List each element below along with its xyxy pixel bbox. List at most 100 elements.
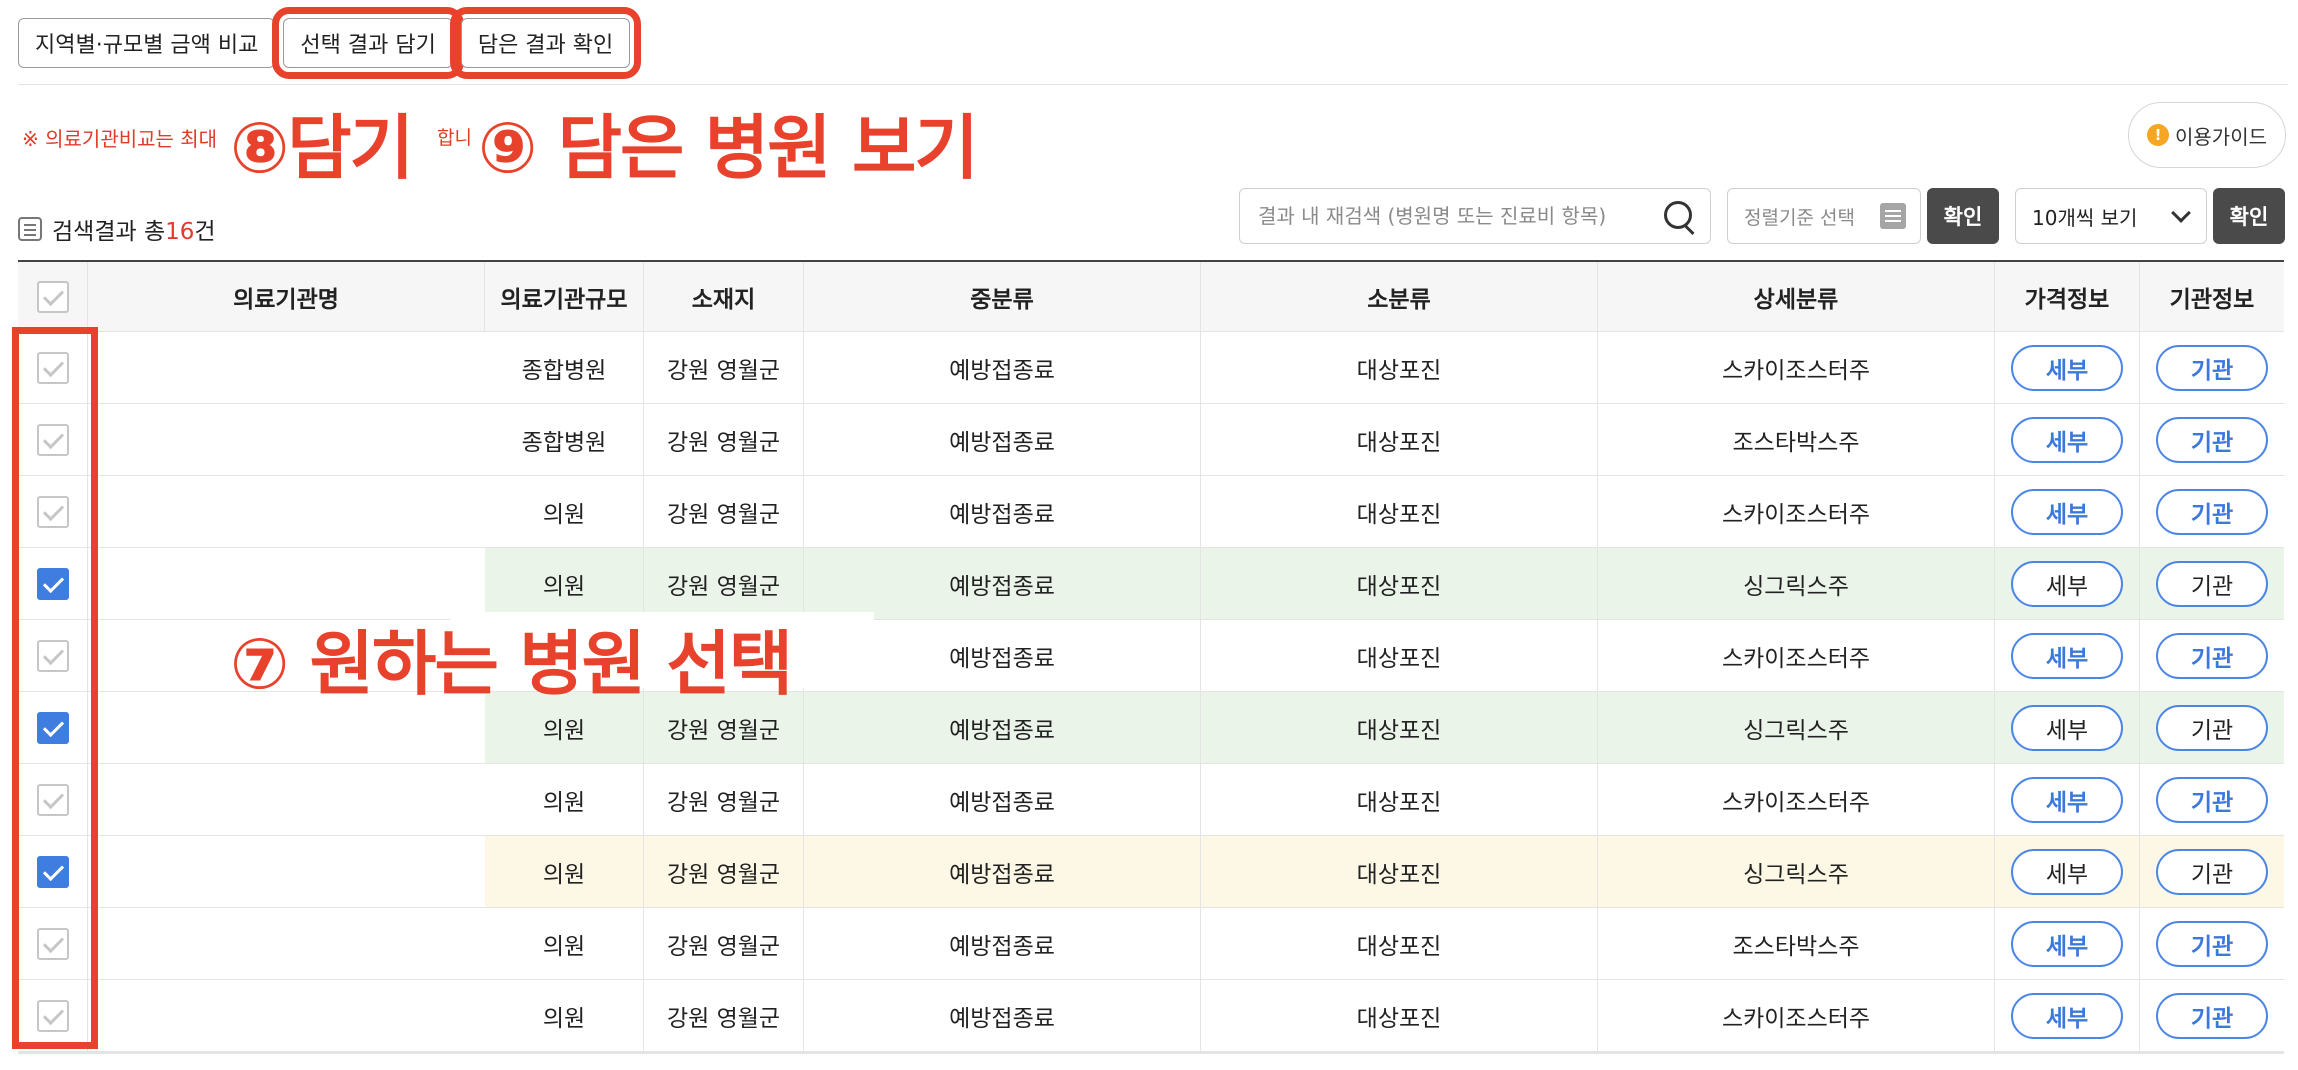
price-detail-button[interactable]: 세부 (2011, 488, 2123, 535)
cell-small-category: 대상포진 (1201, 836, 1598, 907)
cell-small-category: 대상포진 (1201, 620, 1598, 691)
result-suffix: 건 (194, 219, 216, 245)
table-row: 의원 강원 영월군 예방접종료 대상포진 싱그릭스주 세부 기관 (18, 836, 2284, 908)
cell-detail-category: 싱그릭스주 (1598, 692, 1995, 763)
sort-select[interactable]: 정렬기준 선택 (1727, 188, 1921, 244)
header-price-info: 가격정보 (1995, 262, 2140, 331)
header-org-info: 기관정보 (2169, 286, 2255, 313)
header-scale: 의료기관규모 (485, 262, 644, 331)
cell-mid-category: 예방접종료 (804, 764, 1201, 835)
org-info-button[interactable]: 기관 (2156, 344, 2268, 391)
cell-scale: 의원 (485, 836, 644, 907)
header-small-category: 소분류 (1201, 262, 1598, 331)
annotation-step9: ⑨ 담은 병원 보기 (478, 107, 979, 189)
result-prefix: 검색결과 총 (52, 219, 166, 245)
notice-tail-text: 합니 (437, 127, 472, 149)
cell-detail-category: 조스타박스주 (1598, 404, 1995, 475)
header-location: 소재지 (644, 262, 804, 331)
table-row: 의원 강원 영월군 예방접종료 대상포진 스카이조스터주 세부 기관 (18, 764, 2284, 836)
cell-detail-category: 스카이조스터주 (1598, 980, 1995, 1051)
org-info-button[interactable]: 기관 (2156, 560, 2268, 607)
select-all-checkbox[interactable] (36, 280, 69, 313)
table-row: 의원 강원 영월군 예방접종료 대상포진 스카이조스터주 세부 기관 (18, 980, 2284, 1052)
cell-name (88, 980, 485, 1051)
table-row: 의원 강원 영월군 예방접종료 대상포진 스카이조스터주 세부 기관 (18, 476, 2284, 548)
org-info-button[interactable]: 기관 (2156, 776, 2268, 823)
price-detail-button[interactable]: 세부 (2011, 344, 2123, 391)
org-info-button[interactable]: 기관 (2156, 416, 2268, 463)
cell-detail-category: 스카이조스터주 (1598, 620, 1995, 691)
guide-label: 이용가이드 (2175, 124, 2267, 149)
tab-add-selected[interactable]: 선택 결과 담기 (272, 7, 464, 79)
cell-mid-category: 예방접종료 (804, 332, 1201, 403)
perpage-confirm-button[interactable]: 확인 (2213, 188, 2285, 244)
cell-scale: 종합병원 (485, 332, 644, 403)
org-info-button[interactable]: 기관 (2156, 920, 2268, 967)
cell-detail-category: 스카이조스터주 (1598, 764, 1995, 835)
cell-scale: 종합병원 (485, 404, 644, 475)
price-detail-button[interactable]: 세부 (2011, 632, 2123, 679)
cell-detail-category: 싱그릭스주 (1598, 836, 1995, 907)
divider (18, 84, 2288, 85)
sort-confirm-button[interactable]: 확인 (1927, 188, 1999, 244)
cell-location: 강원 영월군 (644, 764, 804, 835)
cell-small-category: 대상포진 (1201, 692, 1598, 763)
org-info-button[interactable]: 기관 (2156, 704, 2268, 751)
tab-view-saved[interactable]: 담은 결과 확인 (449, 7, 642, 79)
info-icon: ! (2147, 124, 2169, 146)
price-detail-button[interactable]: 세부 (2011, 848, 2123, 895)
divider (18, 1052, 2284, 1054)
org-info-button[interactable]: 기관 (2156, 632, 2268, 679)
cell-location: 강원 영월군 (644, 476, 804, 547)
org-info-button[interactable]: 기관 (2156, 488, 2268, 535)
list-sort-icon (1880, 203, 1906, 229)
cell-location: 강원 영월군 (644, 980, 804, 1051)
table-row: 의원 강원 영월군 예방접종료 대상포진 조스타박스주 세부 기관 (18, 908, 2284, 980)
cell-scale: 의원 (485, 908, 644, 979)
cell-mid-category: 예방접종료 (804, 476, 1201, 547)
cell-scale: 의원 (485, 476, 644, 547)
cell-small-category: 대상포진 (1201, 548, 1598, 619)
annotation-step8: ⑧담기 (230, 107, 414, 189)
cell-mid-category: 예방접종료 (804, 692, 1201, 763)
org-info-button[interactable]: 기관 (2156, 992, 2268, 1039)
cell-small-category: 대상포진 (1201, 404, 1598, 475)
cell-small-category: 대상포진 (1201, 332, 1598, 403)
tab-region-scale-compare[interactable]: 지역별·규모별 금액 비교 (18, 18, 276, 68)
cell-detail-category: 싱그릭스주 (1598, 548, 1995, 619)
org-info-button[interactable]: 기관 (2156, 848, 2268, 895)
cell-mid-category: 예방접종료 (804, 404, 1201, 475)
price-detail-button[interactable]: 세부 (2011, 416, 2123, 463)
cell-detail-category: 조스타박스주 (1598, 908, 1995, 979)
price-detail-button[interactable]: 세부 (2011, 560, 2123, 607)
chevron-down-icon (2171, 203, 2191, 223)
cell-mid-category: 예방접종료 (804, 980, 1201, 1051)
result-count-number: 16 (165, 219, 195, 245)
cell-detail-category: 스카이조스터주 (1598, 332, 1995, 403)
header-detail-category: 상세분류 (1598, 262, 1995, 331)
price-detail-button[interactable]: 세부 (2011, 776, 2123, 823)
header-name: 의료기관명 (88, 262, 485, 331)
cell-scale: 의원 (485, 980, 644, 1051)
cell-small-category: 대상포진 (1201, 476, 1598, 547)
search-input[interactable] (1258, 204, 1662, 228)
header-mid-category: 중분류 (804, 262, 1201, 331)
cell-name (88, 908, 485, 979)
price-detail-button[interactable]: 세부 (2011, 920, 2123, 967)
top-tabs: 지역별·규모별 금액 비교 선택 결과 담기 담은 결과 확인 (18, 7, 642, 79)
cell-scale: 의원 (485, 764, 644, 835)
perpage-select[interactable]: 10개씩 보기 (2015, 188, 2207, 244)
price-detail-button[interactable]: 세부 (2011, 992, 2123, 1039)
annotation-step7: ⑦ 원하는 병원 선택 (230, 623, 793, 705)
guide-button[interactable]: ! 이용가이드 (2128, 102, 2286, 168)
cell-name (88, 404, 485, 475)
price-detail-button[interactable]: 세부 (2011, 704, 2123, 751)
search-icon[interactable] (1662, 199, 1696, 233)
cell-detail-category: 스카이조스터주 (1598, 476, 1995, 547)
cell-mid-category: 예방접종료 (804, 908, 1201, 979)
cell-name (88, 476, 485, 547)
sort-label: 정렬기준 선택 (1744, 206, 1855, 229)
table-row: 종합병원 강원 영월군 예방접종료 대상포진 스카이조스터주 세부 기관 (18, 332, 2284, 404)
cell-small-category: 대상포진 (1201, 980, 1598, 1051)
cell-small-category: 대상포진 (1201, 764, 1598, 835)
